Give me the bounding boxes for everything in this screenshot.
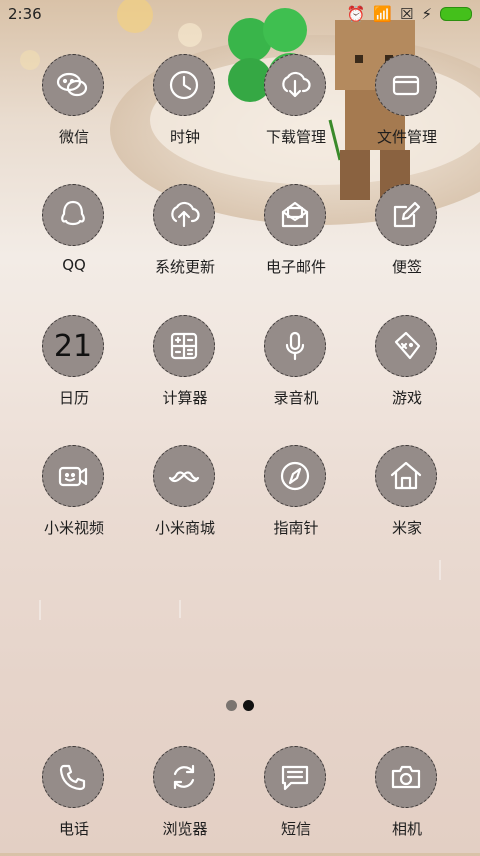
page-dot-2-active[interactable] xyxy=(243,700,254,711)
battery-icon xyxy=(440,7,472,21)
charging-icon: ⚡ xyxy=(421,5,432,23)
refresh-icon xyxy=(153,746,215,808)
page-dot-1[interactable] xyxy=(226,700,237,711)
app-label: 电话 xyxy=(58,820,89,838)
app-label: 相机 xyxy=(391,820,422,838)
status-time: 2:36 xyxy=(8,5,42,23)
page-indicator xyxy=(0,700,480,714)
dock-camera[interactable]: 相机 xyxy=(352,746,462,856)
status-bar: 2:36 ⏰ 📶 ☒ ⚡ xyxy=(0,0,480,28)
dock-browser[interactable]: 浏览器 xyxy=(130,746,240,856)
message-icon xyxy=(264,746,326,808)
dock-messages[interactable]: 短信 xyxy=(241,746,351,856)
wifi-icon: 📶 xyxy=(373,5,392,23)
camera-icon xyxy=(375,746,437,808)
app-label: 浏览器 xyxy=(162,820,208,838)
dock: 电话 浏览器 短信 相机 xyxy=(0,0,480,853)
dock-phone[interactable]: 电话 xyxy=(19,746,129,856)
phone-icon xyxy=(42,746,104,808)
app-label: 短信 xyxy=(280,820,311,838)
sim-icon: ☒ xyxy=(400,5,414,23)
alarm-icon: ⏰ xyxy=(346,5,366,23)
